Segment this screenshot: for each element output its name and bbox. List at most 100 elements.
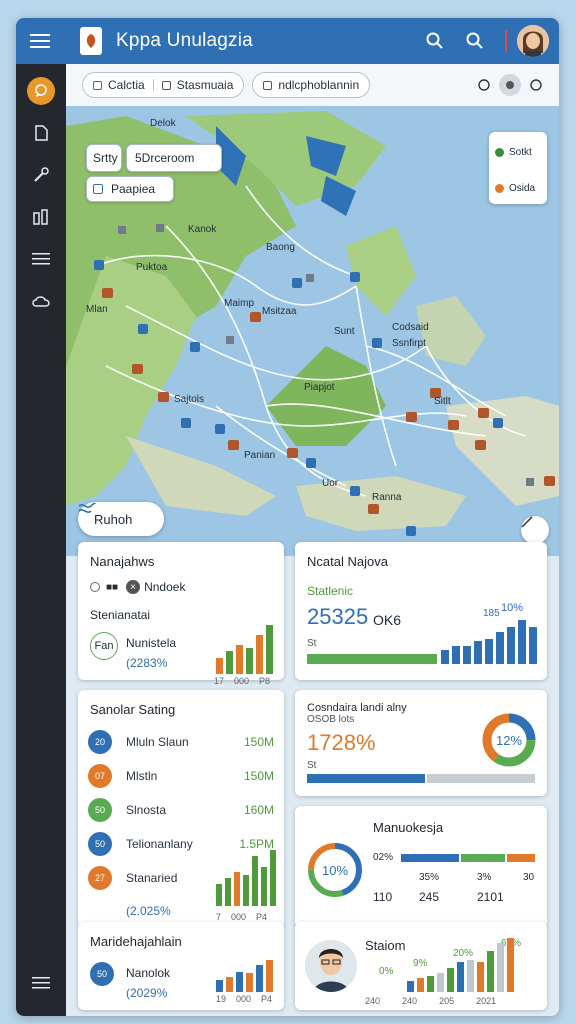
expand-icon (521, 516, 533, 528)
map-label: Sunt (334, 326, 355, 337)
map-label: Baong (266, 242, 295, 253)
axis-tick-label: 17 (214, 676, 225, 686)
top-bar: Kppa Unulagzia (16, 18, 559, 64)
axis-tick-label: 240 (365, 996, 381, 1006)
kpi-row[interactable]: 07 Mlstln 150M (88, 764, 274, 788)
map-label: Msitzaa (262, 306, 297, 317)
chart-bar (246, 648, 253, 674)
kpi-row[interactable]: 50 Slnosta 160M (88, 798, 274, 822)
chip-label-b: Stasmuaia (176, 78, 234, 92)
search-button[interactable] (415, 18, 455, 64)
chart-bar (507, 627, 515, 664)
user-avatar[interactable] (517, 25, 549, 57)
donut-center-label: 12% (496, 733, 522, 748)
chart-bar (270, 850, 276, 906)
chat-square-icon (161, 80, 171, 90)
chart-bar (225, 878, 231, 906)
axis-tick-label: 19 (216, 994, 227, 1004)
sidebar-item-cloud[interactable] (16, 280, 66, 322)
metric-label: Nunistela (126, 636, 177, 650)
small-label: St (307, 760, 317, 771)
active-indicator (27, 77, 55, 105)
chart-bar (441, 650, 449, 664)
map-label: Kanok (188, 224, 217, 235)
layers-button[interactable] (499, 74, 521, 96)
filter-chip-category[interactable]: Calctia Stasmuaia (82, 72, 245, 98)
row-value: 35% (419, 872, 440, 883)
expand-button[interactable] (521, 516, 549, 544)
search-input[interactable]: Srtty (86, 144, 122, 172)
metric-value: (2029% (126, 986, 168, 1000)
row-value: 3% (477, 872, 492, 883)
app-window: Kppa Unulagzia Calctia Stasmuaia ndlcpho… (16, 18, 559, 1016)
card-donut-kpi: Cosndaira landi alny OSOB lots 1728% St … (295, 690, 547, 796)
legend-item: Sotkt (495, 140, 541, 164)
sidebar-item-analytics[interactable] (16, 196, 66, 238)
card-title: Maridehajahlain (90, 934, 182, 949)
axis-tick-label: 000 (231, 912, 247, 922)
map-label: Ssnfirpt (392, 338, 426, 349)
filter-chip-region[interactable]: ndlcphoblannin (252, 72, 371, 98)
card-subtitle: Stenianatai (90, 608, 151, 622)
sidebar-item-documents[interactable] (16, 112, 66, 154)
search-value: Srtty (93, 151, 118, 165)
chart-bar (487, 951, 494, 992)
search-alt-button[interactable] (455, 18, 495, 64)
map-label: Panian (244, 450, 276, 461)
chart-axis: 7 000 P4 (216, 912, 267, 922)
row-label: 02% (373, 852, 394, 863)
big-value: 1728% (307, 730, 376, 755)
card-title: Nanajahws (90, 554, 155, 569)
chart-bar (417, 978, 424, 992)
segment-bar-b (461, 854, 505, 862)
search-result-label: Paapiea (111, 182, 156, 196)
column-chart (407, 938, 514, 992)
sidebar-item-list[interactable] (16, 238, 66, 280)
chart-bar (266, 625, 273, 674)
kpi-label: Slnosta (126, 803, 167, 817)
legend-label: Sotkt (509, 146, 532, 158)
result-marker-icon (93, 184, 103, 194)
kpi-row[interactable]: 20 Mluln Slaun 150M (88, 730, 274, 754)
axis-tick-label: P4 (261, 994, 273, 1004)
kpi-badge: 50 (88, 832, 112, 856)
kpi-label: Mlstln (126, 769, 158, 783)
refresh-button[interactable] (473, 74, 495, 96)
sidebar-item-menu[interactable] (16, 962, 66, 1004)
settings-button[interactable] (525, 74, 547, 96)
sidebar-item-home[interactable] (16, 70, 66, 112)
card-maridehajahlain: Maridehajahlain 50 Nanolok (2029% 19 000 P… (78, 922, 284, 1010)
search-result-item[interactable]: Paapiea (86, 176, 174, 202)
toggle-row: ■■ × Nndoek (90, 580, 185, 594)
document-icon (35, 125, 48, 141)
chart-bar (477, 962, 484, 992)
row-value: 2101 (477, 890, 504, 904)
kpi-badge: 27 (88, 866, 112, 890)
person-photo-icon (305, 940, 357, 992)
chart-bar (243, 875, 249, 906)
card-label-line2: OSOB lots (307, 714, 355, 725)
region-button[interactable]: Ruhoh (78, 502, 164, 536)
sidebar-item-tools[interactable] (16, 154, 66, 196)
menu-button[interactable] (16, 18, 64, 64)
chart-bar (407, 981, 414, 992)
map-view[interactable]: Delok Baong Kanok Puktoa Mlan Maimp Msit… (66, 106, 559, 556)
chart-bar (216, 658, 223, 674)
chart-bar (485, 639, 493, 664)
chart-bar (452, 646, 460, 664)
close-icon[interactable]: × (126, 580, 141, 594)
chart-axis: 19 000 P4 (216, 994, 272, 1004)
chart-bar (216, 884, 222, 906)
chart-bar (496, 632, 504, 664)
kpi-value: 160M (243, 803, 274, 817)
legend-swatch (495, 183, 504, 193)
donut-chart: 12% (482, 713, 536, 767)
region-button-label: Ruhoh (94, 511, 133, 527)
donut-chart: 10% (308, 843, 362, 897)
axis-tick-label: 2021 (476, 996, 497, 1006)
axis-tick-label: 7 (216, 912, 222, 922)
search-option[interactable]: 5Drceroom (126, 144, 222, 172)
radio-icon[interactable] (90, 582, 100, 592)
kpi-value: 150M (243, 769, 274, 783)
chart-bar (246, 973, 253, 992)
